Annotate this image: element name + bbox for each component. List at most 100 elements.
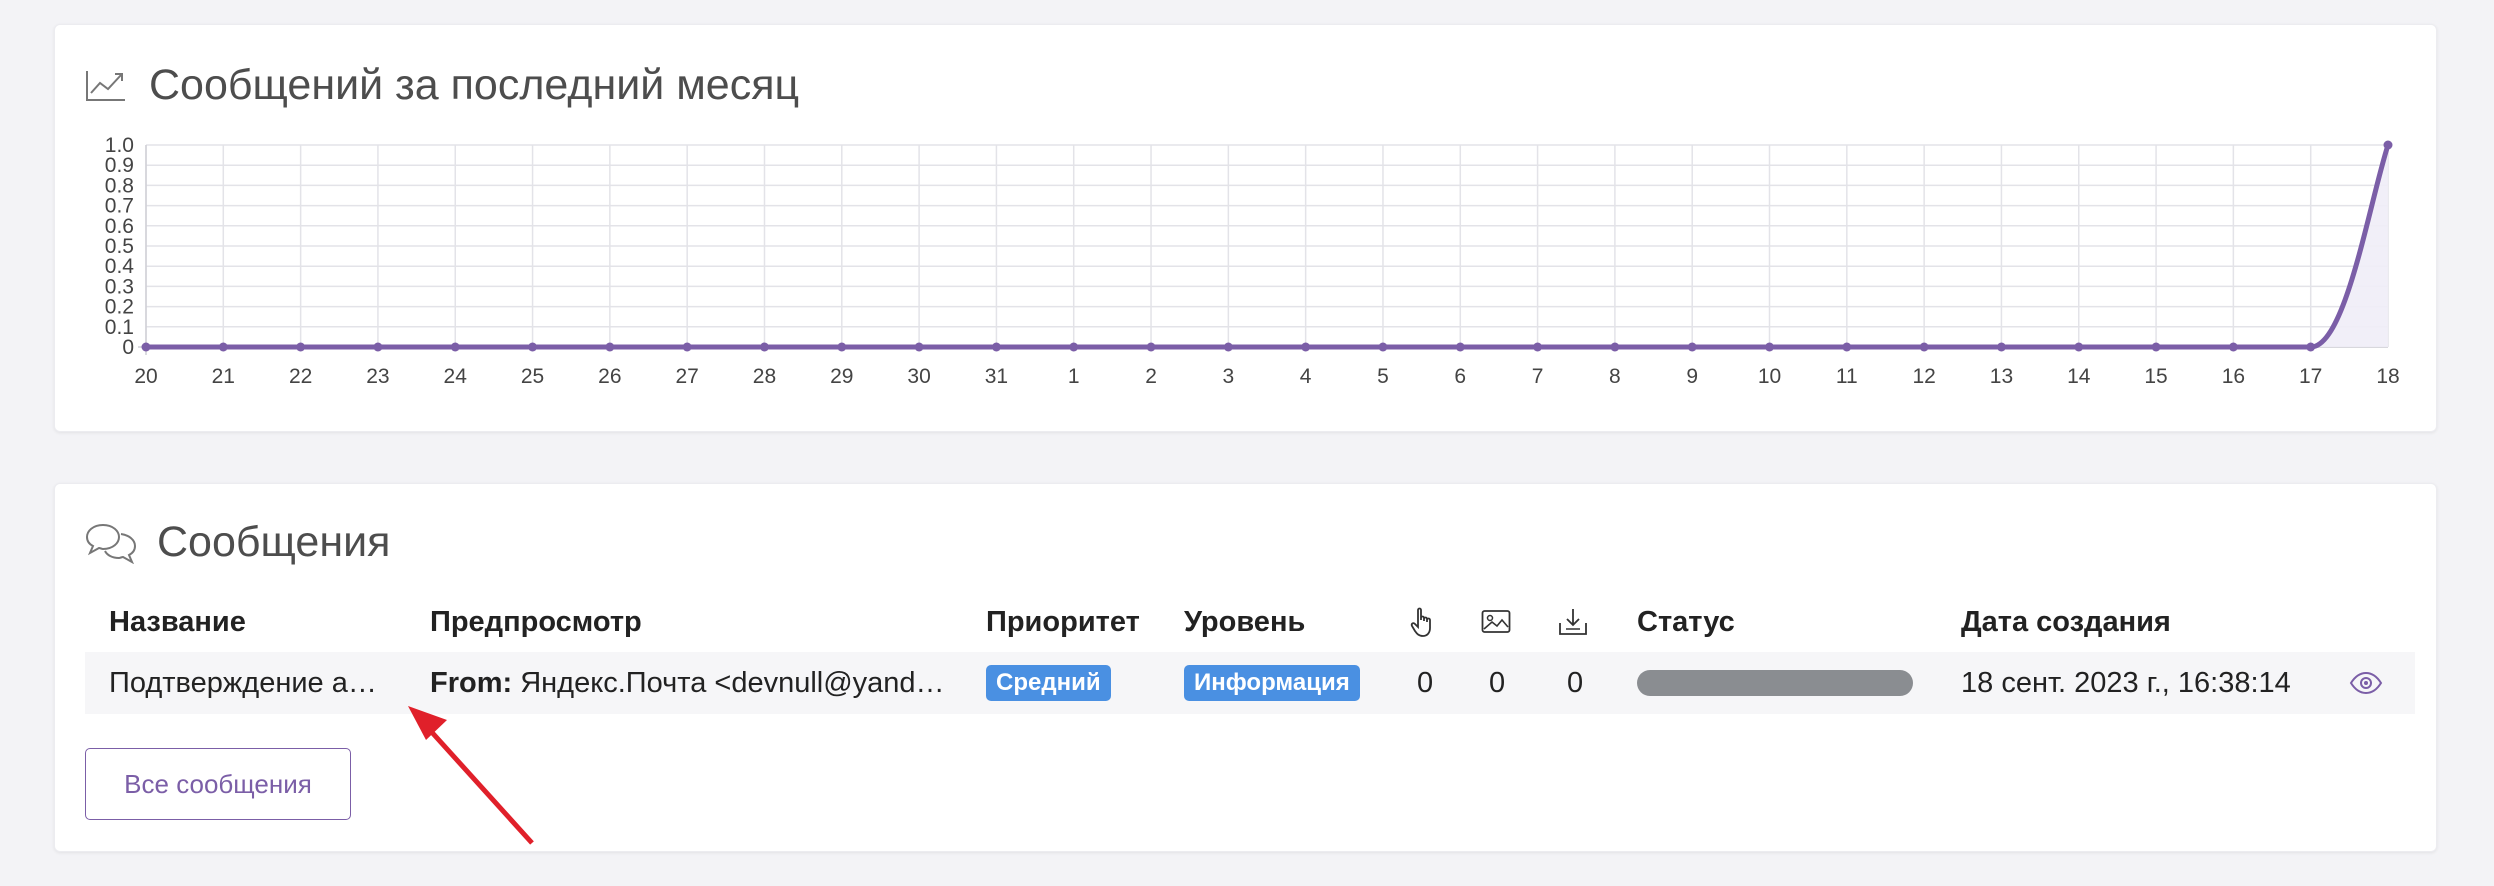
data-point	[1610, 342, 1620, 352]
x-tick-label: 30	[907, 365, 930, 388]
data-point	[1301, 342, 1311, 352]
eye-icon[interactable]	[2349, 652, 2383, 714]
y-tick-label: 1.0	[105, 134, 134, 157]
messages-title-text: Сообщения	[157, 518, 391, 566]
data-point	[528, 342, 538, 352]
x-tick-label: 23	[366, 365, 389, 388]
data-point	[1146, 342, 1156, 352]
x-tick-label: 24	[444, 365, 468, 388]
messages-card: Сообщения Название Предпросмотр Приорите…	[54, 483, 2437, 852]
data-point	[1069, 342, 1079, 352]
data-point	[373, 342, 383, 352]
x-tick-label: 15	[2144, 365, 2167, 388]
x-tick-label: 1	[1068, 365, 1080, 388]
images-count: 0	[1489, 666, 1506, 699]
level-badge: Информация	[1184, 664, 1360, 702]
data-point	[218, 342, 228, 352]
priority-cell: Средний	[986, 652, 1111, 714]
download-icon[interactable]	[1558, 592, 1588, 652]
messages-chart-card: Сообщений за последний месяц 0 0.1 0.2 0.3 0…	[54, 24, 2437, 432]
y-tick-label: 0.2	[105, 296, 134, 319]
x-tick-label: 21	[212, 365, 235, 388]
data-point	[1842, 342, 1852, 352]
y-tick-label: 0.5	[105, 235, 134, 258]
x-tick-label: 7	[1532, 365, 1544, 388]
preview-text: Яндекс.Почта <devnull@yand…	[512, 666, 945, 699]
data-point	[759, 342, 769, 352]
col-created[interactable]: Дата создания	[1961, 592, 2171, 652]
x-tick-label: 2	[1145, 365, 1157, 388]
data-point	[991, 342, 1001, 352]
x-tick-label: 4	[1300, 365, 1312, 388]
all-messages-button[interactable]: Все сообщения	[85, 748, 351, 820]
x-tick-label: 31	[985, 365, 1008, 388]
image-icon[interactable]	[1481, 592, 1511, 652]
message-name-link[interactable]: Подтверждение а…	[109, 652, 377, 714]
priority-badge: Средний	[986, 664, 1111, 702]
x-tick-label: 14	[2067, 365, 2091, 388]
data-point	[837, 342, 847, 352]
data-point	[296, 342, 306, 352]
messages-chart: 00.10.20.30.40.50.60.70.80.91.020 21 22 23 2…	[105, 134, 2400, 388]
x-tick-label: 13	[1990, 365, 2013, 388]
x-tick-label: 3	[1223, 365, 1235, 388]
x-tick-label: 28	[753, 365, 776, 388]
col-name[interactable]: Название	[109, 592, 246, 652]
status-progress-bar	[1637, 670, 1913, 696]
data-point	[2383, 140, 2393, 150]
y-tick-label: 0.7	[105, 195, 134, 218]
messages-table: Название Предпросмотр Приоритет Уровень	[85, 592, 2415, 714]
chat-bubbles-icon	[85, 522, 137, 564]
messages-panel-title: Сообщения	[85, 518, 390, 567]
x-tick-label: 9	[1686, 365, 1698, 388]
y-tick-label: 0.9	[105, 154, 134, 177]
y-tick-label: 0	[122, 336, 134, 359]
y-tick-label: 0.6	[105, 215, 134, 238]
level-cell: Информация	[1184, 652, 1360, 714]
data-point	[2151, 342, 2161, 352]
col-preview[interactable]: Предпросмотр	[430, 592, 642, 652]
y-tick-label: 0.1	[105, 316, 134, 339]
pointer-hand-icon[interactable]	[1409, 592, 1435, 652]
status-cell	[1637, 652, 1913, 714]
x-tick-label: 12	[1912, 365, 1935, 388]
downloads-count: 0	[1567, 666, 1584, 699]
data-point	[1765, 342, 1775, 352]
data-point	[914, 342, 924, 352]
x-tick-label: 18	[2376, 365, 2399, 388]
x-tick-label: 5	[1377, 365, 1389, 388]
x-tick-label: 11	[1836, 365, 1858, 388]
data-point	[2228, 342, 2238, 352]
data-point	[141, 342, 151, 352]
col-priority[interactable]: Приоритет	[986, 592, 1140, 652]
data-point	[1687, 342, 1697, 352]
x-tick-label: 17	[2299, 365, 2322, 388]
x-tick-label: 25	[521, 365, 544, 388]
data-point	[450, 342, 460, 352]
data-point	[1455, 342, 1465, 352]
y-tick-label: 0.4	[105, 255, 135, 278]
x-tick-label: 8	[1609, 365, 1621, 388]
table-header: Название Предпросмотр Приоритет Уровень	[85, 592, 2415, 652]
x-tick-label: 10	[1758, 365, 1781, 388]
x-tick-label: 6	[1454, 365, 1466, 388]
x-tick-label: 16	[2222, 365, 2245, 388]
col-status[interactable]: Статус	[1637, 592, 1735, 652]
x-tick-label: 22	[289, 365, 312, 388]
created-date: 18 сент. 2023 г., 16:38:14	[1961, 666, 2291, 699]
data-point	[1533, 342, 1543, 352]
data-point	[2074, 342, 2084, 352]
data-point	[1919, 342, 1929, 352]
table-row: Подтверждение а… From: Яндекс.Почта <dev…	[85, 652, 2415, 714]
data-point	[1378, 342, 1388, 352]
data-point	[682, 342, 692, 352]
clicks-count: 0	[1417, 666, 1434, 699]
preview-from-label: From:	[430, 666, 513, 699]
data-point	[1223, 342, 1233, 352]
data-point	[605, 342, 615, 352]
x-tick-label: 29	[830, 365, 853, 388]
data-point	[2306, 342, 2316, 352]
col-level[interactable]: Уровень	[1184, 592, 1305, 652]
x-tick-label: 20	[134, 365, 157, 388]
data-point	[1996, 342, 2006, 352]
